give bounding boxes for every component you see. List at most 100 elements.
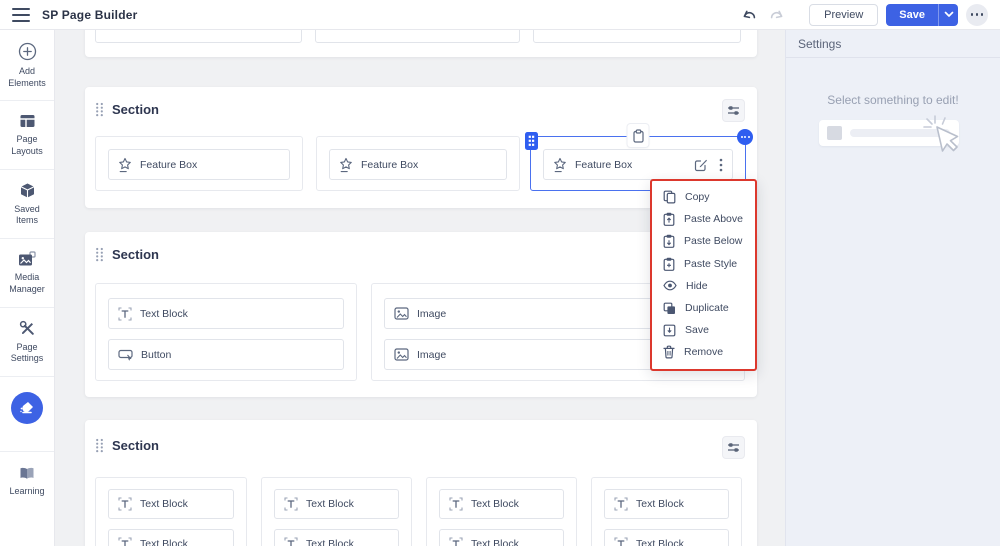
drag-handle-icon[interactable] [95, 438, 104, 453]
section-title: Section [112, 102, 159, 117]
trash-icon [663, 345, 675, 359]
context-menu-label: Copy [685, 191, 710, 203]
element-partial[interactable] [533, 30, 741, 43]
sidebar-label: Add Elements [2, 66, 52, 89]
context-menu-label: Hide [686, 280, 708, 292]
context-menu-item-paste-above[interactable]: Paste Above [652, 208, 755, 230]
sidebar-label: Media Manager [2, 272, 52, 295]
element-label: Text Block [140, 498, 188, 510]
element-text-block[interactable]: Text Block [274, 529, 399, 546]
empty-state-message: Select something to edit! [786, 93, 1000, 107]
star-icon [553, 157, 567, 173]
brush-icon [19, 400, 35, 416]
element-text-block[interactable]: Text Block [108, 529, 234, 546]
sidebar-item-media-manager[interactable]: Media Manager [0, 239, 54, 307]
text-block-icon [118, 537, 132, 546]
column[interactable]: Feature Box [95, 136, 303, 191]
column-options-button[interactable] [737, 129, 753, 145]
element-text-block[interactable]: Text Block [108, 298, 344, 329]
builder-canvas: Section Feature Box Feature Box [55, 30, 785, 546]
text-block-icon [614, 497, 628, 511]
save-button[interactable]: Save [886, 4, 958, 26]
sidebar-label: Learning [2, 486, 52, 498]
layout-icon [2, 113, 52, 129]
element-partial[interactable] [315, 30, 520, 43]
redo-icon[interactable] [767, 5, 787, 25]
sliders-icon [727, 105, 740, 116]
element-text-block[interactable]: Text Block [108, 489, 234, 519]
element-text-block[interactable]: Text Block [439, 529, 564, 546]
sidebar-label: Saved Items [2, 204, 52, 227]
context-menu-item-copy[interactable]: Copy [652, 186, 755, 208]
element-label: Feature Box [575, 159, 632, 171]
element-partial[interactable] [95, 30, 302, 43]
text-block-icon [118, 497, 132, 511]
column[interactable]: Text Block Text Block [95, 477, 247, 546]
column[interactable]: Text Block Text Block [261, 477, 412, 546]
element-label: Text Block [306, 538, 354, 546]
element-feature-box[interactable]: Feature Box [108, 149, 290, 180]
element-feature-box[interactable]: Feature Box [329, 149, 507, 180]
element-button[interactable]: Button [108, 339, 344, 370]
column[interactable]: Text Block Text Block [426, 477, 577, 546]
context-menu-item-paste-below[interactable]: Paste Below [652, 230, 755, 252]
app-title: SP Page Builder [42, 8, 137, 22]
context-menu-label: Duplicate [685, 302, 729, 314]
clear-page-button[interactable] [11, 392, 43, 424]
context-menu-label: Save [685, 324, 709, 336]
text-block-icon [284, 497, 298, 511]
section[interactable]: Section Text Block Text Block [85, 420, 757, 546]
cube-icon [2, 182, 52, 199]
edit-icon[interactable] [694, 158, 708, 172]
text-block-icon [284, 537, 298, 546]
context-menu-item-paste-style[interactable]: Paste Style [652, 253, 755, 275]
star-icon [118, 157, 132, 173]
element-feature-box-selected[interactable]: Feature Box [543, 149, 733, 180]
drag-handle-icon[interactable] [95, 102, 104, 117]
topbar: SP Page Builder Preview Save [0, 0, 1000, 30]
sidebar-item-add-elements[interactable]: Add Elements [0, 30, 54, 101]
context-menu-item-hide[interactable]: Hide [652, 275, 755, 297]
sidebar-item-saved-items[interactable]: Saved Items [0, 170, 54, 239]
element-text-block[interactable]: Text Block [439, 489, 564, 519]
plus-circle-icon [2, 42, 52, 61]
column-drag-handle[interactable] [525, 132, 538, 150]
settings-panel: Settings Select something to edit! [785, 30, 1000, 546]
element-label: Feature Box [361, 159, 418, 171]
paste-indicator-button[interactable] [628, 124, 649, 147]
text-block-icon [118, 307, 132, 321]
context-menu-label: Paste Style [684, 258, 737, 270]
undo-icon[interactable] [739, 5, 759, 25]
context-menu: Copy Paste Above Paste Below Paste Style… [650, 179, 757, 371]
context-menu-item-duplicate[interactable]: Duplicate [652, 297, 755, 319]
sidebar-item-page-layouts[interactable]: Page Layouts [0, 101, 54, 169]
context-menu-item-save[interactable]: Save [652, 319, 755, 341]
section-options-button[interactable] [722, 99, 745, 122]
tools-icon [2, 320, 52, 337]
context-menu-item-remove[interactable]: Remove [652, 341, 755, 363]
sidebar-item-learning[interactable]: Learning [0, 452, 54, 509]
button-icon [118, 348, 133, 361]
settings-panel-title: Settings [786, 30, 1000, 58]
element-text-block[interactable]: Text Block [274, 489, 399, 519]
element-label: Text Block [636, 498, 684, 510]
save-button-label[interactable]: Save [886, 4, 938, 26]
section-options-button[interactable] [722, 436, 745, 459]
duplicate-icon [663, 302, 676, 315]
element-label: Image [417, 308, 446, 320]
column[interactable]: Text Block Text Block [591, 477, 742, 546]
column[interactable]: Feature Box [316, 136, 520, 191]
column[interactable]: Text Block Button [95, 283, 357, 381]
sidebar-ai-section [0, 377, 54, 452]
vertical-ellipsis-icon[interactable] [719, 158, 723, 172]
more-options-button[interactable] [966, 4, 988, 26]
section-title: Section [112, 438, 159, 453]
preview-button[interactable]: Preview [809, 4, 878, 26]
save-dropdown-chevron-icon[interactable] [938, 4, 958, 26]
section-title: Section [112, 247, 159, 262]
element-text-block[interactable]: Text Block [604, 529, 729, 546]
hamburger-menu-icon[interactable] [12, 8, 30, 22]
sidebar-item-page-settings[interactable]: Page Settings [0, 308, 54, 377]
drag-handle-icon[interactable] [95, 247, 104, 262]
element-text-block[interactable]: Text Block [604, 489, 729, 519]
